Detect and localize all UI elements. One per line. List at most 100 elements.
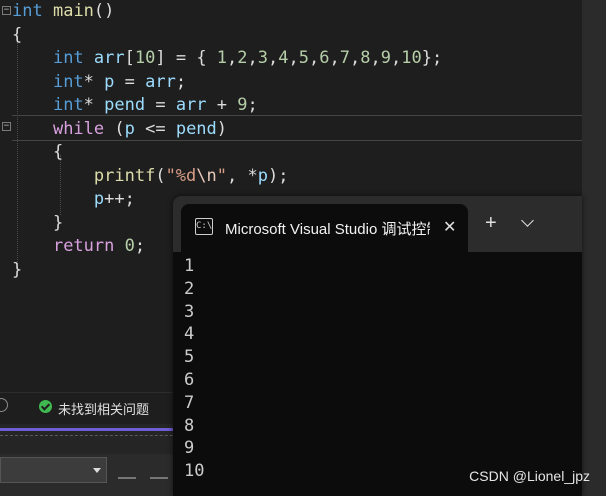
code-token: 2 (237, 48, 248, 68)
code-token: }; (421, 48, 443, 68)
code-token: , * (227, 165, 258, 186)
code-token: p (124, 118, 135, 139)
code-token: ++; (104, 189, 135, 209)
code-token: p (93, 189, 105, 209)
code-token: { (12, 142, 64, 162)
code-token: 0 (124, 236, 135, 256)
check-icon (39, 400, 52, 413)
code-token: p (257, 165, 268, 186)
code-token: + (206, 95, 238, 115)
toolbar-icon[interactable] (150, 459, 168, 479)
code-token: = (114, 71, 146, 92)
code-token: } (12, 259, 23, 280)
code-token: , (268, 48, 279, 68)
code-token: () (93, 1, 115, 21)
code-token: ( (155, 165, 166, 186)
code-token: 7 (339, 48, 351, 68)
terminal-tab[interactable]: C:\ Microsoft Visual Studio 调试控制台 ✕ (181, 204, 468, 252)
fold-icon[interactable]: − (2, 6, 11, 15)
code-line[interactable]: int main() (12, 0, 442, 24)
code-line[interactable]: int* p = arr; (12, 71, 442, 95)
code-token: , (247, 48, 258, 68)
toolbar-icon[interactable] (118, 459, 136, 479)
code-token: 10 (134, 48, 156, 68)
code-token: 1 (216, 48, 228, 68)
code-token: 9 (237, 95, 248, 115)
output-line: 5 (184, 347, 195, 368)
status-text: 未找到相关问题 (58, 402, 150, 417)
code-line[interactable]: { (12, 24, 442, 48)
code-token: arr (175, 95, 207, 115)
right-scrollbar[interactable] (582, 0, 606, 496)
output-line: 1 (184, 256, 195, 276)
output-line: 7 (184, 392, 195, 413)
code-token: \n (196, 165, 217, 186)
terminal-output: 1 2 3 4 5 6 7 8 9 10 (184, 255, 204, 483)
code-token: = (145, 95, 176, 115)
code-token: ); (267, 165, 289, 186)
code-token: 10 (401, 48, 422, 68)
code-token: { (12, 24, 23, 45)
terminal-window[interactable]: C:\ Microsoft Visual Studio 调试控制台 ✕ + 12… (173, 196, 582, 496)
code-token: "%d (165, 165, 197, 186)
code-token: int (52, 95, 84, 115)
code-token: 9 (380, 48, 392, 68)
code-token: pend (175, 118, 217, 139)
output-line: 2 (184, 278, 195, 299)
code-token: , (309, 48, 320, 68)
output-line: 8 (184, 415, 195, 436)
code-token: 3 (257, 48, 269, 68)
watermark: CSDN @Lionel_jpz (469, 468, 590, 484)
code-token: " (216, 165, 228, 186)
code-line[interactable]: printf("%d\n", *p); (12, 165, 442, 189)
code-token: ] = { (155, 48, 217, 68)
code-line[interactable]: { (12, 141, 442, 165)
code-token: , (370, 48, 381, 68)
close-icon[interactable]: ✕ (443, 217, 456, 237)
code-token: * (83, 95, 105, 115)
output-line: 6 (184, 369, 195, 390)
editor-gutter: − − (0, 0, 12, 392)
active-panel-indicator (0, 428, 175, 431)
code-token: while (52, 118, 105, 139)
output-line: 9 (184, 438, 195, 459)
cmd-icon: C:\ (195, 218, 213, 235)
code-token: arr (93, 48, 125, 68)
code-token: return (52, 236, 115, 256)
code-token: main (52, 1, 94, 21)
code-token: ; (247, 95, 258, 115)
code-token: , (350, 48, 361, 68)
output-line: 3 (184, 301, 195, 322)
code-token: 8 (360, 48, 371, 68)
code-token: ; (134, 236, 146, 256)
fold-icon[interactable]: − (2, 122, 11, 131)
code-line[interactable]: int* pend = arr + 9; (12, 94, 442, 118)
code-token: 4 (278, 48, 289, 68)
output-source-dropdown[interactable] (0, 457, 107, 483)
code-line[interactable]: while (p <= pend) (12, 118, 442, 142)
code-token: 6 (319, 48, 330, 68)
code-token: <= (134, 118, 176, 139)
code-line[interactable]: int arr[10] = { 1,2,3,4,5,6,7,8,9,10}; (12, 47, 442, 71)
code-token: , (329, 48, 340, 68)
code-token: int (12, 1, 43, 21)
code-token: printf (93, 165, 156, 186)
code-token: , (391, 48, 402, 68)
plus-icon[interactable]: + (485, 213, 497, 233)
code-token: ) (216, 118, 228, 139)
code-token: arr (145, 71, 176, 92)
code-token: , (227, 48, 238, 68)
code-token: int (52, 48, 84, 68)
chevron-down-icon (93, 468, 101, 473)
code-token: pend (104, 95, 146, 115)
code-token: 5 (298, 48, 310, 68)
tab-title: Microsoft Visual Studio 调试控制台 (225, 221, 430, 238)
code-token: ( (104, 118, 125, 139)
